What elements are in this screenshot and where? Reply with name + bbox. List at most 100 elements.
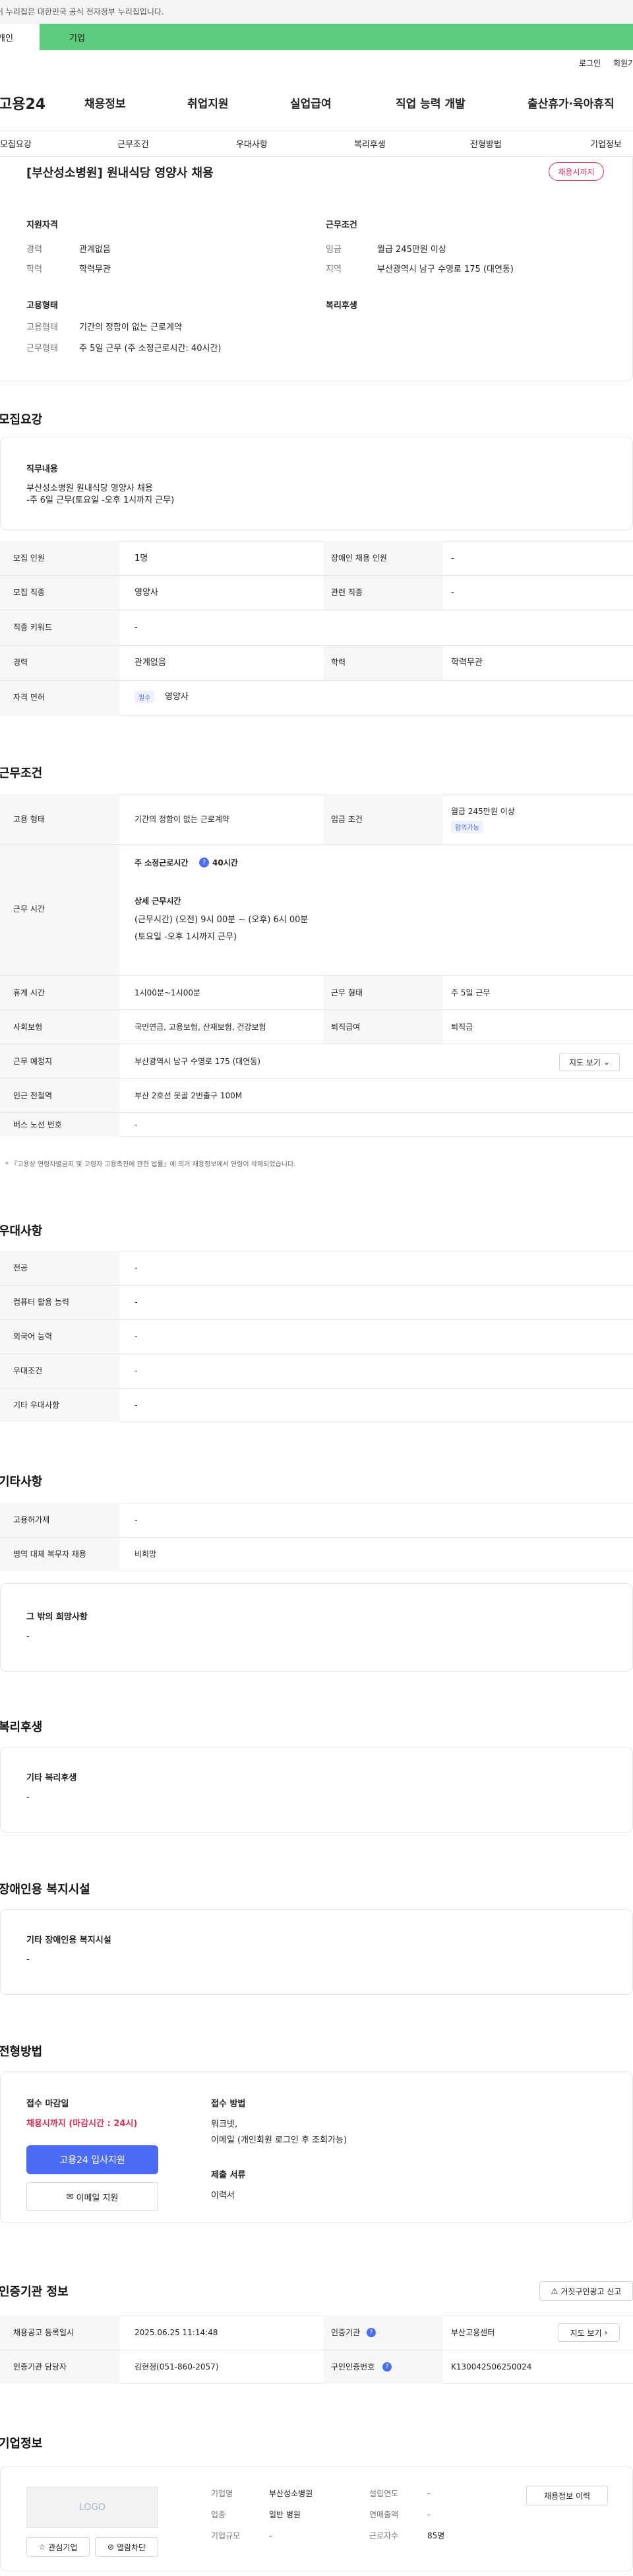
company-size-label: 기업규모 xyxy=(211,2531,241,2540)
cert-reg-value: 2025.06.25 11:14:48 xyxy=(135,2328,218,2337)
company-emp-label: 근로자수 xyxy=(369,2531,399,2540)
cond-severance-label: 퇴직급여 xyxy=(331,1022,361,1032)
keyword-value: - xyxy=(135,623,138,633)
cond-detail-heading: 상세 근무시간 xyxy=(135,896,181,906)
edu-value: 학력무관 xyxy=(451,658,483,668)
cond-subway-label: 인근 전철역 xyxy=(13,1091,53,1100)
company-industry-label: 업종 xyxy=(211,2510,226,2519)
license-value: 영양사 xyxy=(165,692,189,702)
subnav-item-4[interactable]: 전형방법 xyxy=(470,137,502,150)
report-button-label: 거짓구인광고 신고 xyxy=(560,2286,622,2296)
apply-button[interactable]: 고용24 입사지원 xyxy=(26,2145,158,2174)
company-emp-value: 85명 xyxy=(427,2531,445,2540)
gnb-item-3[interactable]: 직업 능력 개발 xyxy=(396,94,466,111)
company-industry-value: 일반 병원 xyxy=(269,2510,301,2519)
gnb-item-2[interactable]: 실업급여 xyxy=(290,94,332,111)
cond-wage-label: 임금 조건 xyxy=(331,815,363,824)
cert-reg-label: 채용공고 등록일시 xyxy=(13,2328,75,2337)
count-value: 1명 xyxy=(135,553,148,563)
chevron-right-icon: › xyxy=(604,2328,608,2337)
cond-emp-value: 기간의 정함이 없는 근로계약 xyxy=(135,815,229,824)
tab-company-label: 기업 xyxy=(69,33,85,44)
other-label-1: 병역 대체 복무자 채용 xyxy=(13,1550,86,1559)
gnb-item-4[interactable]: 출산휴가·육아휴직 xyxy=(528,94,615,111)
subnav-item-0[interactable]: 모집요강 xyxy=(0,137,32,150)
other-hope-box xyxy=(0,1583,633,1672)
favorite-company-button[interactable]: ☆ 관심기업 xyxy=(26,2537,90,2557)
company-year-label: 설립연도 xyxy=(369,2489,399,2498)
star-icon: ☆ xyxy=(38,2542,46,2552)
info-icon[interactable]: ? xyxy=(367,2328,376,2337)
welfare-box xyxy=(0,1747,633,1833)
agency-map-button[interactable]: 지도 보기 › xyxy=(558,2323,620,2342)
duty-heading: 직무내용 xyxy=(26,464,58,474)
email-apply-button[interactable]: ✉ 이메일 지원 xyxy=(26,2182,158,2211)
divider xyxy=(0,680,633,681)
deadline-badge: 채용시까지 xyxy=(549,162,604,181)
gov-banner-text: 이 누리집은 대한민국 공식 전자정부 누리집입니다. xyxy=(0,7,164,16)
license-tag: 필수 xyxy=(135,691,155,703)
other-hope-heading: 그 밖의 희망사항 xyxy=(26,1612,88,1622)
agency-map-label: 지도 보기 xyxy=(570,2328,602,2338)
cond-wage-tag: 협의가능 xyxy=(451,821,483,833)
subnav-item-2[interactable]: 우대사항 xyxy=(236,137,268,150)
subnav-item-3[interactable]: 복리후생 xyxy=(354,137,386,150)
company-name-label: 기업명 xyxy=(211,2489,233,2498)
other-value-0: - xyxy=(135,1515,138,1525)
history-button[interactable]: 채용정보 이력 xyxy=(526,2486,608,2505)
cond-insurance-value: 국민연금, 고용보험, 산재보험, 건강보험 xyxy=(135,1022,266,1032)
pref-label-4: 기타 우대사항 xyxy=(13,1400,60,1410)
block-view-button[interactable]: ⊘ 열람차단 xyxy=(95,2537,158,2557)
section-recruit-title: 모집요강 xyxy=(0,413,43,427)
related-value: - xyxy=(451,588,454,598)
section-facility-title: 장애인용 복지시설 xyxy=(0,1883,90,1897)
mail-icon: ✉ xyxy=(66,2191,74,2202)
pref-label-3: 우대조건 xyxy=(13,1366,43,1375)
cond-worktype-value: 주 5일 근무 xyxy=(451,988,491,997)
cond-place-value: 부산광역시 남구 수영로 175 (대연동) xyxy=(135,1057,261,1066)
cond-subway-value: 부산 2호선 못골 2번출구 100M xyxy=(135,1091,243,1100)
chevron-down-icon: ⌄ xyxy=(603,1057,611,1067)
cond-rest-value: 1시00분~1시00분 xyxy=(135,988,201,997)
pref-value-2: - xyxy=(135,1332,138,1342)
cond-place-label: 근무 예정지 xyxy=(13,1057,53,1066)
career-value: 관계없음 xyxy=(135,658,166,668)
join-link[interactable]: 회원가입 xyxy=(613,57,633,69)
tab-personal-label: 개인 xyxy=(0,33,13,44)
job-title: [부산성소병원] 원내식당 영양사 채용 xyxy=(26,166,214,180)
subnav-item-5[interactable]: 기업정보 xyxy=(590,137,622,150)
report-button[interactable]: ⚠ 거짓구인광고 신고 xyxy=(539,2281,633,2301)
section-company-title: 기업정보 xyxy=(0,2437,43,2451)
divider xyxy=(0,1285,633,1286)
company-size-value: - xyxy=(269,2531,272,2540)
gov-banner: 이 누리집은 대한민국 공식 전자정부 누리집입니다. xyxy=(0,0,633,24)
welfare-value: - xyxy=(26,1792,30,1802)
login-link[interactable]: 로그인 xyxy=(579,57,601,69)
gnb-item-0[interactable]: 채용정보 xyxy=(84,94,126,111)
info-icon[interactable]: ? xyxy=(382,2362,392,2372)
site-logo[interactable]: 고용24 xyxy=(0,92,45,113)
pref-value-0: - xyxy=(135,1263,138,1273)
process-deadline-value: 채용시까지 (마감시간 : 24시) xyxy=(26,2119,138,2129)
cond-bus-label: 버스 노선 번호 xyxy=(13,1120,62,1129)
company-name-value: 부산성소병원 xyxy=(269,2489,313,2498)
welfare-heading: 기타 복리후생 xyxy=(26,1773,77,1783)
section-conditions-title: 근무조건 xyxy=(0,767,43,780)
map-button[interactable]: 지도 보기 ⌄ xyxy=(559,1053,620,1071)
subnav-item-1[interactable]: 근무조건 xyxy=(117,137,149,150)
summary-right-heading: 근무조건 xyxy=(326,220,357,230)
process-docs-heading: 제출 서류 xyxy=(211,2170,246,2180)
cond-detail-line-2: (토요일 -오후 1시까지 근무) xyxy=(135,932,237,942)
info-icon[interactable]: ? xyxy=(199,858,209,867)
summary-work-label: 근무형태 xyxy=(26,344,58,354)
divider xyxy=(0,1537,633,1538)
cert-manager-label: 인증기관 담당자 xyxy=(13,2362,67,2372)
block-icon: ⊘ xyxy=(107,2542,114,2552)
summary-edu-value: 학력무관 xyxy=(79,265,111,274)
tab-personal[interactable]: 개인 xyxy=(0,24,40,50)
other-value-1: 비희망 xyxy=(135,1550,157,1559)
favorite-label: 관심기업 xyxy=(48,2542,78,2552)
tab-company[interactable]: 기업 xyxy=(40,24,633,50)
cert-agency-value: 부산고용센터 xyxy=(451,2328,495,2337)
gnb-item-1[interactable]: 취업지원 xyxy=(187,94,229,111)
